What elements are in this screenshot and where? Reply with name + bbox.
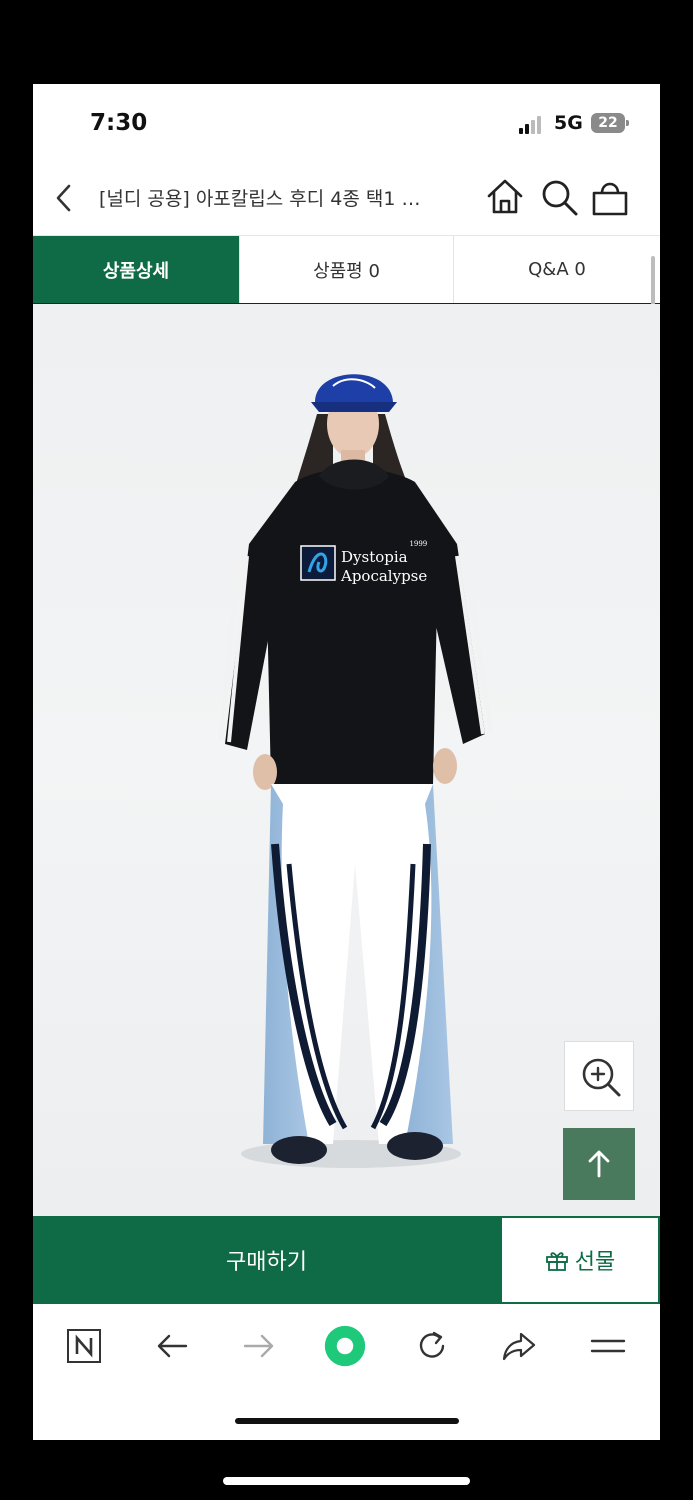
gift-button[interactable]: 선물 — [500, 1216, 660, 1304]
shopping-bag-icon — [592, 182, 628, 216]
share-button[interactable] — [497, 1324, 541, 1368]
browser-green-dot-button[interactable] — [323, 1324, 367, 1368]
network-type: 5G — [554, 112, 583, 134]
buy-button[interactable]: 구매하기 — [33, 1216, 500, 1304]
app-header: [널디 공용] 아포칼립스 후디 4종 택1 … — [33, 160, 660, 236]
zoom-button[interactable] — [564, 1041, 634, 1111]
phone-screen: 7:30 5G 22 [널디 공용] 아포칼립스 후디 4종 택1 … 상품상세… — [33, 84, 660, 1440]
outer-home-indicator — [223, 1477, 470, 1485]
green-dot-icon — [324, 1325, 366, 1367]
cart-button[interactable] — [590, 176, 630, 218]
home-icon — [487, 179, 523, 214]
print-year: 1999 — [409, 540, 428, 548]
browser-toolbar — [33, 1304, 660, 1388]
naver-home-button[interactable] — [62, 1324, 106, 1368]
status-bar: 7:30 5G 22 — [33, 84, 660, 160]
battery-icon: 22 — [591, 113, 629, 133]
product-title: [널디 공용] 아포칼립스 후디 4종 택1 … — [99, 188, 421, 210]
arrow-left-icon — [157, 1334, 188, 1358]
browser-back-button[interactable] — [150, 1324, 194, 1368]
search-icon — [542, 180, 578, 216]
menu-button[interactable] — [586, 1324, 630, 1368]
gift-icon — [545, 1252, 568, 1271]
tab-reviews[interactable]: 상품평 0 — [240, 236, 454, 303]
arrow-up-icon — [588, 1150, 610, 1178]
tab-product-detail[interactable]: 상품상세 — [33, 236, 240, 303]
chevron-left-icon — [56, 184, 71, 212]
back-button[interactable] — [49, 180, 79, 216]
menu-icon — [590, 1339, 626, 1353]
print-line1: Dystopia — [341, 548, 408, 566]
share-icon — [502, 1332, 536, 1361]
home-indicator[interactable] — [235, 1418, 459, 1424]
status-time: 7:30 — [90, 110, 148, 136]
browser-forward-button[interactable] — [237, 1324, 281, 1368]
gift-label: 선물 — [574, 1250, 616, 1275]
detail-tabs: 상품상세 상품평 0 Q&A 0 — [33, 235, 660, 305]
scroll-top-button[interactable] — [563, 1128, 635, 1200]
hoodie-print-text: 1999 Dystopia Apocalypse — [341, 540, 427, 586]
refresh-icon — [419, 1331, 445, 1358]
zoom-in-icon — [582, 1058, 621, 1097]
search-button[interactable] — [539, 176, 579, 218]
home-button[interactable] — [485, 176, 525, 218]
tab-qna[interactable]: Q&A 0 — [454, 236, 660, 303]
print-line2: Apocalypse — [341, 567, 428, 585]
arrow-right-icon — [243, 1334, 274, 1358]
refresh-button[interactable] — [410, 1324, 454, 1368]
naver-n-icon — [67, 1329, 101, 1363]
signal-icon — [519, 116, 547, 134]
